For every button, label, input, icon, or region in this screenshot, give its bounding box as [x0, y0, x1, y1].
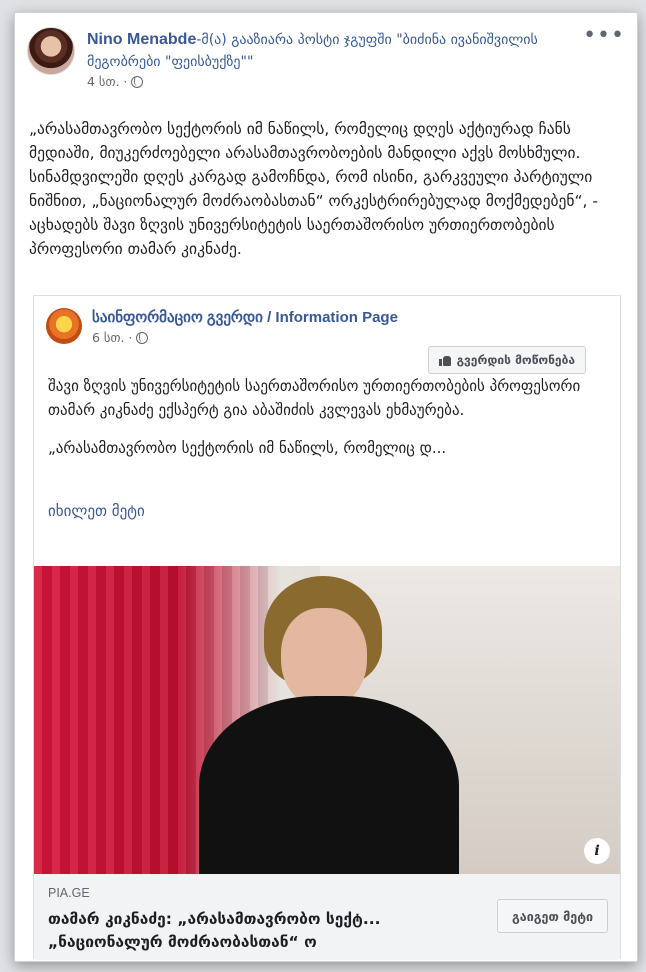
link-preview-image[interactable]: i: [34, 566, 620, 874]
post-header-text: Nino Menabde-მ(ა) გააზიარა პოსტი ჯგუფში …: [87, 29, 595, 89]
person-body: [199, 696, 459, 874]
post-header: Nino Menabde-მ(ა) გააზიარა პოსტი ჯგუფში …: [27, 25, 625, 107]
interviewee-photo: [199, 576, 459, 874]
link-domain: PIA.GE: [48, 886, 90, 900]
more-options-icon[interactable]: •••: [583, 25, 625, 47]
info-icon[interactable]: i: [584, 838, 610, 864]
shared-page-header: საინფორმაციო გვერდი / Information Page 6…: [46, 308, 608, 374]
post-meta: 4 სთ. ·: [87, 74, 595, 89]
author-line: Nino Menabde-მ(ა) გააზიარა პოსტი ჯგუფში …: [87, 29, 595, 73]
post-time[interactable]: 4 სთ. ·: [87, 74, 127, 89]
author-name[interactable]: Nino Menabde: [87, 31, 196, 48]
shared-paragraph-1: შავი ზღვის უნივერსიტეტის საერთაშორისო ურ…: [48, 377, 581, 419]
globe-icon: [131, 75, 144, 88]
shared-post-meta: 6 სთ. ·: [92, 330, 149, 345]
link-preview-footer[interactable]: PIA.GE თამარ კიკნაძე: „არასამთავრობო სექ…: [34, 874, 620, 960]
like-page-button[interactable]: გვერდის მოწონება: [427, 346, 586, 374]
globe-icon: [136, 331, 149, 344]
page-name[interactable]: საინფორმაციო გვერდი / Information Page: [92, 308, 398, 326]
shared-post-time[interactable]: 6 სთ. ·: [92, 330, 132, 345]
feed-post: Nino Menabde-მ(ა) გააზიარა პოსტი ჯგუფში …: [14, 12, 638, 962]
author-avatar[interactable]: [27, 27, 75, 75]
shared-post-card: საინფორმაციო გვერდი / Information Page 6…: [33, 295, 621, 960]
learn-more-button[interactable]: გაიგეთ მეტი: [497, 899, 608, 933]
link-title[interactable]: თამარ კიკნაძე: „არასამთავრობო სექტ... „ნ…: [48, 908, 468, 954]
post-body-text: „არასამთავრობო სექტორის იმ ნაწილს, რომელ…: [29, 120, 598, 258]
shared-paragraph-2: „არასამთავრობო სექტორის იმ ნაწილს, რომელ…: [48, 439, 447, 457]
person-face: [281, 608, 367, 708]
see-more-link[interactable]: იხილეთ მეტი: [48, 502, 145, 520]
thumbs-up-icon: [438, 355, 451, 366]
page-avatar[interactable]: [46, 308, 82, 344]
shared-post-text: შავი ზღვის უნივერსიტეტის საერთაშორისო ურ…: [48, 374, 606, 474]
like-page-label: გვერდის მოწონება: [456, 353, 575, 367]
